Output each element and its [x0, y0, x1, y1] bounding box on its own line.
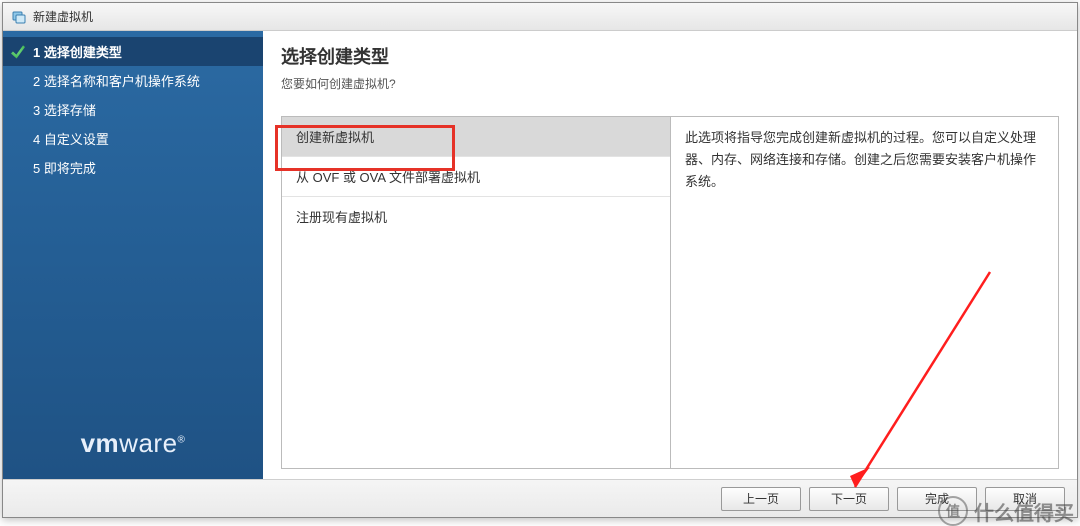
- vm-wizard-icon: [11, 9, 27, 25]
- wizard-footer: 上一页 下一页 完成 取消: [3, 479, 1077, 517]
- step-num: 2: [33, 74, 40, 89]
- step-select-storage[interactable]: 3 选择存储: [3, 95, 263, 124]
- step-ready-to-complete[interactable]: 5 即将完成: [3, 153, 263, 182]
- step-label: 选择名称和客户机操作系统: [44, 74, 200, 89]
- step-label: 选择存储: [44, 103, 96, 118]
- step-num: 1: [33, 45, 40, 60]
- option-register-existing-vm[interactable]: 注册现有虚拟机: [282, 197, 670, 236]
- logo-ware: ware: [119, 428, 177, 458]
- step-label: 自定义设置: [44, 132, 109, 147]
- wizard-body: 1 选择创建类型 2 选择名称和客户机操作系统 3 选择存储 4 自定义设置 5: [3, 31, 1077, 479]
- content-row: 创建新虚拟机 从 OVF 或 OVA 文件部署虚拟机 注册现有虚拟机 此选项将指…: [263, 100, 1077, 479]
- step-num: 4: [33, 132, 40, 147]
- step-select-creation-type[interactable]: 1 选择创建类型: [3, 37, 263, 66]
- titlebar: 新建虚拟机: [3, 3, 1077, 31]
- option-create-new-vm[interactable]: 创建新虚拟机: [282, 117, 670, 157]
- step-list: 1 选择创建类型 2 选择名称和客户机操作系统 3 选择存储 4 自定义设置 5: [3, 31, 263, 182]
- option-label: 注册现有虚拟机: [296, 210, 387, 225]
- main-header: 选择创建类型 您要如何创建虚拟机?: [263, 31, 1077, 100]
- creation-type-options: 创建新虚拟机 从 OVF 或 OVA 文件部署虚拟机 注册现有虚拟机: [281, 116, 671, 469]
- sidebar: 1 选择创建类型 2 选择名称和客户机操作系统 3 选择存储 4 自定义设置 5: [3, 31, 263, 479]
- page-title: 选择创建类型: [281, 43, 1059, 69]
- logo-vm: vm: [81, 428, 120, 458]
- step-customize-settings[interactable]: 4 自定义设置: [3, 124, 263, 153]
- step-num: 5: [33, 161, 40, 176]
- step-label: 选择创建类型: [44, 45, 122, 60]
- option-label: 从 OVF 或 OVA 文件部署虚拟机: [296, 170, 480, 185]
- page-subtitle: 您要如何创建虚拟机?: [281, 75, 1059, 92]
- step-num: 3: [33, 103, 40, 118]
- option-label: 创建新虚拟机: [296, 130, 374, 145]
- window-title: 新建虚拟机: [33, 8, 93, 25]
- next-button[interactable]: 下一页: [809, 487, 889, 511]
- option-deploy-from-ovf-ova[interactable]: 从 OVF 或 OVA 文件部署虚拟机: [282, 157, 670, 197]
- wizard-window: 新建虚拟机 1 选择创建类型 2 选择名称和客户机操作系统 3 选择存储 4: [2, 2, 1078, 518]
- prev-button[interactable]: 上一页: [721, 487, 801, 511]
- logo-reg: ®: [178, 434, 186, 445]
- main-panel: 选择创建类型 您要如何创建虚拟机? 创建新虚拟机 从 OVF 或 OVA 文件部…: [263, 31, 1077, 479]
- step-label: 即将完成: [44, 161, 96, 176]
- step-name-and-guest-os[interactable]: 2 选择名称和客户机操作系统: [3, 66, 263, 95]
- option-description: 此选项将指导您完成创建新虚拟机的过程。您可以自定义处理器、内存、网络连接和存储。…: [671, 116, 1059, 469]
- finish-button[interactable]: 完成: [897, 487, 977, 511]
- vmware-logo: vmware®: [3, 428, 263, 459]
- cancel-button[interactable]: 取消: [985, 487, 1065, 511]
